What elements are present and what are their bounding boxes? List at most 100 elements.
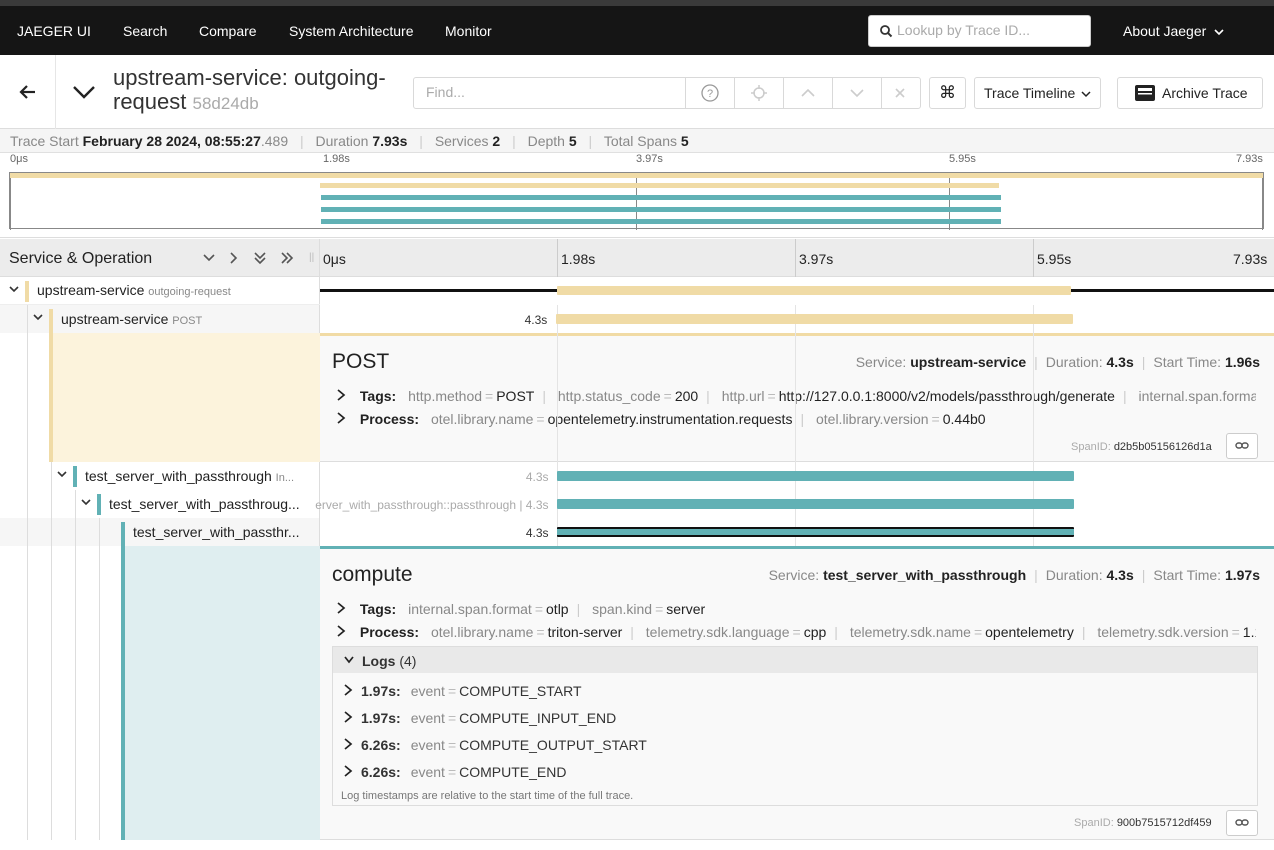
span-row-left: upstream-service POST bbox=[0, 305, 320, 333]
duration-label: Duration bbox=[315, 133, 369, 149]
span-service-name: test_server_with_passthroug... bbox=[109, 496, 300, 512]
nav-compare[interactable]: Compare bbox=[199, 23, 257, 39]
nav-search[interactable]: Search bbox=[123, 23, 167, 39]
detail-duration: 4.3s bbox=[1106, 567, 1134, 583]
svg-text:?: ? bbox=[707, 88, 713, 100]
span-service-name: upstream-service POST bbox=[61, 311, 203, 327]
tree-guide bbox=[27, 490, 28, 518]
command-key-icon: ⌘ bbox=[939, 83, 956, 102]
chevron-up-icon bbox=[801, 88, 815, 97]
log-row[interactable]: 6.26s: event = COMPUTE_OUTPUT_START bbox=[343, 737, 647, 753]
expand-all-icon[interactable] bbox=[280, 251, 294, 265]
span-bar[interactable] bbox=[557, 527, 1074, 537]
prev-result-button[interactable] bbox=[783, 78, 832, 108]
process-row[interactable]: Process: otel.library.name = triton-server… bbox=[336, 624, 1256, 640]
service-color-bar bbox=[73, 466, 77, 487]
chevron-down-icon bbox=[344, 656, 354, 664]
timeline-tick: 0μs bbox=[323, 251, 346, 267]
find-input[interactable] bbox=[426, 84, 676, 100]
trace-lookup[interactable] bbox=[868, 15, 1091, 47]
span-duration-label: 4.3s bbox=[525, 526, 549, 540]
trace-header: upstream-service: outgoing- request 58d2… bbox=[0, 55, 1274, 129]
logs-header[interactable]: Logs (4) bbox=[333, 647, 1257, 673]
chevron-down-icon[interactable] bbox=[56, 468, 68, 480]
nav-system-architecture[interactable]: System Architecture bbox=[289, 23, 414, 39]
tree-guide bbox=[27, 462, 28, 490]
question-circle-icon: ? bbox=[701, 84, 719, 102]
chevron-right-icon bbox=[344, 738, 353, 750]
trace-id-input[interactable] bbox=[897, 22, 1082, 38]
log-row[interactable]: 1.97s: event = COMPUTE_START bbox=[343, 683, 582, 699]
log-row[interactable]: 6.26s: event = COMPUTE_END bbox=[343, 764, 567, 780]
minimap-gridline bbox=[1262, 173, 1263, 230]
tree-guide bbox=[51, 462, 52, 490]
span-duration-label: 4.3s bbox=[525, 470, 549, 484]
chevron-down-icon[interactable] bbox=[8, 283, 20, 295]
tree-guide bbox=[27, 546, 28, 840]
trace-summary: Trace Start February 28 2024, 08:55:27.4… bbox=[0, 129, 1274, 153]
timeline-tick: 5.95s bbox=[1037, 251, 1072, 267]
collapse-header-icon[interactable] bbox=[72, 84, 96, 100]
log-key: event bbox=[410, 737, 445, 753]
brand-link[interactable]: JAEGER UI bbox=[17, 23, 91, 39]
span-row-left: test_server_with_passthrough In... bbox=[0, 462, 320, 490]
collapse-all-icon[interactable] bbox=[253, 251, 267, 265]
service-operation-title: Service & Operation bbox=[9, 250, 153, 267]
trace-minimap[interactable]: 0μs 1.98s 3.97s 5.95s 7.93s bbox=[0, 153, 1274, 238]
log-key: event bbox=[410, 683, 445, 699]
depth-value: 5 bbox=[568, 133, 577, 149]
minimap-gridline bbox=[10, 173, 11, 230]
minimap-tick: 0μs bbox=[10, 153, 28, 165]
locate-button[interactable] bbox=[734, 78, 783, 108]
tree-guide bbox=[99, 518, 100, 546]
about-jaeger-menu[interactable]: About Jaeger bbox=[1123, 23, 1224, 39]
archive-trace-button[interactable]: Archive Trace bbox=[1117, 77, 1263, 109]
detail-service: test_server_with_passthrough bbox=[823, 567, 1027, 583]
service-color-bar bbox=[97, 494, 101, 515]
log-value: COMPUTE_INPUT_END bbox=[459, 710, 617, 726]
archive-label: Archive Trace bbox=[1162, 85, 1248, 101]
column-resizer[interactable]: || bbox=[309, 252, 314, 263]
tree-guide bbox=[27, 305, 28, 333]
log-time: 1.97s: bbox=[361, 683, 401, 699]
chevron-down-icon[interactable] bbox=[80, 496, 92, 508]
minimap-span-bar bbox=[321, 195, 1001, 200]
archive-icon bbox=[1135, 85, 1155, 101]
span-duration-label: erver_with_passthrough::passthrough | 4.… bbox=[315, 498, 549, 512]
minimap-tick: 5.95s bbox=[949, 153, 976, 165]
about-label: About Jaeger bbox=[1123, 23, 1207, 39]
back-button[interactable] bbox=[0, 55, 56, 129]
span-bar[interactable] bbox=[557, 471, 1074, 481]
span-row-left: upstream-service outgoing-request bbox=[0, 277, 320, 304]
nav-monitor[interactable]: Monitor bbox=[445, 23, 492, 39]
span-id: SpanID: 900b7515712df459 bbox=[1074, 817, 1212, 829]
next-result-button[interactable] bbox=[832, 78, 881, 108]
log-value: COMPUTE_OUTPUT_START bbox=[459, 737, 647, 753]
collapse-one-icon[interactable] bbox=[202, 251, 216, 265]
span-row-left: test_server_with_passthroug... bbox=[0, 490, 320, 518]
span-bar[interactable] bbox=[557, 499, 1074, 509]
tags-row[interactable]: Tags: internal.span.format = otlp | span.ki… bbox=[336, 601, 1256, 617]
logs-panel: Logs (4) 1.97s: event = COMPUTE_START 1.97s:… bbox=[332, 646, 1258, 806]
clear-search-button[interactable] bbox=[881, 78, 921, 108]
copy-link-button[interactable] bbox=[1226, 810, 1258, 836]
keyboard-shortcuts-button[interactable]: ⌘ bbox=[929, 77, 966, 109]
timeline-tick: 7.93s bbox=[1233, 251, 1268, 267]
total-spans-label: Total Spans bbox=[603, 133, 677, 149]
log-key: event bbox=[410, 764, 445, 780]
depth-label: Depth bbox=[527, 133, 565, 149]
minimap-span-bar bbox=[321, 207, 1001, 212]
detail-color-panel bbox=[49, 333, 320, 462]
chevron-down-icon[interactable] bbox=[32, 311, 44, 323]
span-bar[interactable] bbox=[556, 314, 1073, 324]
span-service-name: test_server_with_passthrough In... bbox=[85, 468, 295, 484]
view-select[interactable]: Trace Timeline bbox=[974, 77, 1101, 109]
expand-one-icon[interactable] bbox=[227, 251, 241, 265]
log-row[interactable]: 1.97s: event = COMPUTE_INPUT_END bbox=[343, 710, 616, 726]
span-bar[interactable] bbox=[557, 286, 1071, 295]
detail-left-gutter bbox=[0, 546, 320, 840]
help-button[interactable]: ? bbox=[685, 78, 734, 108]
link-icon bbox=[1235, 819, 1249, 826]
trace-title-line2: request bbox=[113, 89, 187, 114]
minimap-viewport[interactable] bbox=[9, 172, 1264, 230]
